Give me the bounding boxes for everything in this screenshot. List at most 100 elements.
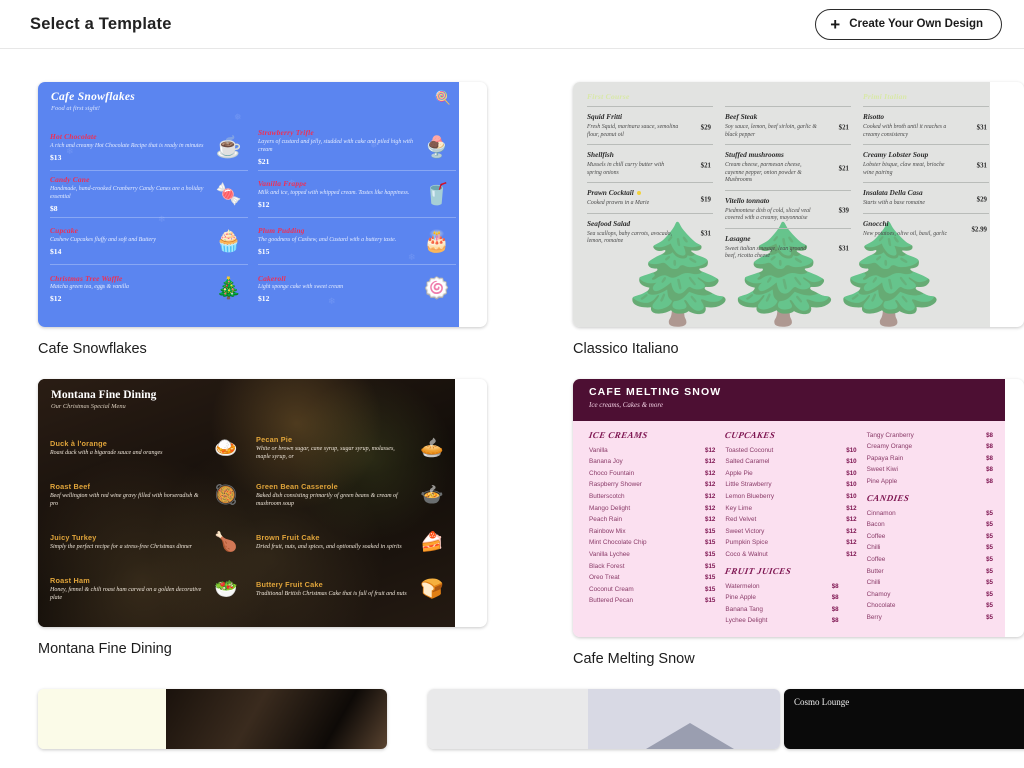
item-name: Red Velvet [725, 517, 756, 523]
item-name: Plum Pudding [258, 226, 414, 235]
item-name: Brown Fruit Cake [256, 533, 408, 542]
template-thumbnail[interactable] [38, 689, 387, 749]
template-thumbnail[interactable]: Cosmo Lounge [784, 689, 1024, 749]
template-thumbnail[interactable]: 🌲🌲🌲 First Course Squid Fritti Fresh Squi… [573, 82, 1024, 327]
list-item: Pine Apple $8 [867, 476, 993, 488]
template-card-montana-fine-dining[interactable]: Montana Fine Dining Our Christmas Specia… [0, 379, 487, 667]
list-item: Raspberry Shower$12 [589, 480, 715, 492]
item-description: Matcha green tea, eggs & vanilla [50, 284, 206, 292]
menu-item: Insalata Della Casa Starts with a base r… [863, 182, 989, 213]
thumbnail-left-panel [38, 689, 166, 749]
template-card-cafe-melting-snow[interactable]: CAFE MELTING SNOW Ice creams, Cakes & mo… [487, 379, 1024, 667]
item-name: Gnocchi [863, 219, 989, 228]
list-item: Pine Apple$8 [725, 593, 856, 605]
highlight-dot-icon [637, 191, 641, 195]
item-price: $10 [846, 471, 856, 477]
item-name: Sweet Victory [725, 529, 764, 535]
item-price: $5 [986, 580, 993, 586]
template-card-partial-3[interactable]: Cosmo Lounge [784, 689, 1024, 749]
item-description: Beef wellington with red wine gravy fill… [50, 493, 202, 509]
template-card-partial-1[interactable] [0, 689, 390, 749]
item-description: Lobster bisque, claw meat, brioche wine … [863, 162, 955, 177]
template-header-bar: CAFE MELTING SNOW Ice creams, Cakes & mo… [573, 379, 1005, 421]
item-price: $15 [705, 575, 715, 581]
item-name: Chamoy [867, 592, 891, 598]
menu-item: Prawn Cocktail Cooked prawns in a Marie … [587, 182, 713, 213]
item-name: Choco Fountain [589, 471, 634, 477]
brand-name: Montana Fine Dining [51, 389, 156, 401]
trifle-icon: 🍨 [418, 137, 456, 158]
create-your-own-design-button[interactable]: + Create Your Own Design [815, 9, 1002, 40]
item-price: $8 [986, 479, 993, 485]
item-price: $12 [846, 506, 856, 512]
christmas-tree-icon: 🎄 [210, 278, 248, 299]
item-price: $10 [846, 482, 856, 488]
cakeroll-icon: 🍥 [418, 278, 456, 299]
item-price: $12 [846, 552, 856, 558]
template-thumbnail[interactable]: Montana Fine Dining Our Christmas Specia… [38, 379, 487, 627]
item-price: $12 [846, 529, 856, 535]
item-name: Juicy Turkey [50, 533, 202, 542]
roast-ham-icon: 🥗 [206, 580, 246, 599]
list-item: Pumpkin Spice$12 [725, 538, 856, 550]
item-name: Pine Apple [725, 595, 756, 601]
header-bar: Select a Template + Create Your Own Desi… [0, 0, 1024, 49]
item-price: $12 [705, 506, 715, 512]
template-row-1: ❄ ❄ ❅ ❄ ❅ ❄ ❅ ❄ Cafe Snowflakes Food at … [0, 82, 1024, 357]
item-price: $12 [705, 448, 715, 454]
template-card-partial-2[interactable] [390, 689, 784, 749]
section-title: ICE CREAMS [588, 430, 716, 440]
buttery-cake-icon: 🍞 [412, 580, 452, 599]
list-item: Banana Joy$12 [589, 457, 715, 469]
template-brand-block: Cafe Snowflakes Food at first sight! [51, 91, 135, 112]
item-name: Squid Fritti [587, 112, 713, 121]
menu-item: Hot Chocolate A rich and creamy Hot Choc… [50, 124, 248, 171]
menu-item: Cakeroll Light sponge cake with sweet cr… [258, 265, 456, 312]
item-price: $5 [986, 557, 993, 563]
item-name: Beef Steak [725, 112, 851, 121]
item-name: Chilli [867, 580, 881, 586]
thumbnail-right-panel [588, 689, 780, 749]
template-row-3-partial: Cosmo Lounge [0, 689, 1024, 749]
menu-column: Pecan Pie White or brown sugar, cane syr… [256, 425, 452, 613]
list-item: Rainbow Mix$15 [589, 526, 715, 538]
template-thumbnail[interactable] [428, 689, 780, 749]
brand-name: CAFE MELTING SNOW [589, 386, 1005, 398]
list-item: Coffee$5 [867, 554, 993, 566]
item-name: Rainbow Mix [589, 529, 626, 535]
item-price: $12 [258, 200, 414, 209]
menu-item: Beef Steak Soy sauce, lemon, beef sirloi… [725, 106, 851, 144]
item-name: Creamy Lobster Soup [863, 150, 989, 159]
item-price: $21 [839, 166, 849, 173]
item-price: $31 [977, 162, 987, 169]
list-item: Chilli$5 [867, 543, 993, 555]
item-name: Roast Beef [50, 482, 202, 491]
item-name: Oreo Treat [589, 575, 620, 581]
template-card-cafe-snowflakes[interactable]: ❄ ❄ ❅ ❄ ❅ ❄ ❅ ❄ Cafe Snowflakes Food at … [0, 82, 487, 357]
item-description: Dried fruit, nuts, and spices, and optio… [256, 544, 408, 552]
frappe-icon: 🥤 [418, 184, 456, 205]
item-name: Papaya Rain [867, 456, 904, 462]
list-item: Red Velvet$12 [725, 515, 856, 527]
template-card-classico-italiano[interactable]: 🌲🌲🌲 First Course Squid Fritti Fresh Squi… [487, 82, 1024, 357]
item-name: Peach Rain [589, 517, 622, 523]
item-name: Banana Tang [725, 607, 763, 613]
item-name: Pine Apple [867, 479, 898, 485]
item-description: Soy sauce, lemon, beef sirloin, garlic &… [725, 124, 817, 139]
item-description: Traditional British Christmas Cake that … [256, 591, 408, 599]
section-title: CANDIES [866, 493, 994, 503]
template-thumbnail[interactable]: CAFE MELTING SNOW Ice creams, Cakes & mo… [573, 379, 1024, 637]
menu-column: Strawberry Trifle Layers of custard and … [258, 124, 456, 312]
item-price: $12 [705, 459, 715, 465]
template-thumbnail[interactable]: ❄ ❄ ❅ ❄ ❅ ❄ ❅ ❄ Cafe Snowflakes Food at … [38, 82, 487, 327]
item-price: $21 [839, 124, 849, 131]
menu-item: Strawberry Trifle Layers of custard and … [258, 124, 456, 171]
candy-cane-icon: 🍭 [435, 90, 451, 106]
item-price: $8 [986, 433, 993, 439]
item-name: Sweet Kiwi [867, 467, 898, 473]
template-label: Montana Fine Dining [38, 641, 487, 657]
item-description: New potatoes, olive oil, basil, garlic [863, 231, 955, 239]
list-item: Creamy Orange$8 [867, 442, 993, 454]
item-name: Duck à l'orange [50, 439, 202, 448]
menu-item: Duck à l'orange Roast duck with a bigara… [50, 425, 246, 472]
